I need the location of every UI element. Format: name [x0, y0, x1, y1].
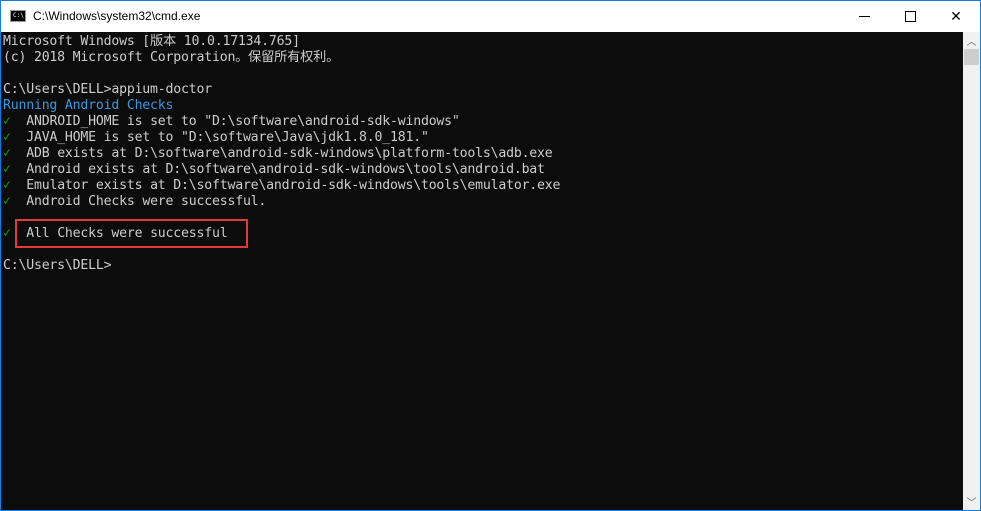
check-line: ✓ JAVA_HOME is set to "D:\software\Java\…: [3, 130, 429, 146]
highlight-annotation-box: [15, 219, 248, 248]
console-output[interactable]: Microsoft Windows [版本 10.0.17134.765] (c…: [1, 32, 963, 510]
check-text: Android exists at D:\software\android-sd…: [26, 162, 545, 177]
cmd-icon-label: C:\: [13, 12, 24, 19]
console-line-version: Microsoft Windows [版本 10.0.17134.765]: [3, 34, 300, 49]
check-text: ANDROID_HOME is set to "D:\software\andr…: [26, 114, 460, 129]
check-icon: ✓: [3, 114, 11, 129]
console-prompt[interactable]: C:\Users\DELL>: [3, 258, 112, 274]
check-line: ✓ Android Checks were successful.: [3, 194, 266, 210]
cmd-app-icon[interactable]: C:\: [10, 10, 26, 22]
check-text: Android Checks were successful.: [26, 194, 267, 209]
check-line: ✓ ANDROID_HOME is set to "D:\software\an…: [3, 114, 460, 130]
cmd-window: C:\ C:\Windows\system32\cmd.exe ✕ Micros…: [0, 0, 981, 511]
chevron-down-icon: ﹀: [966, 498, 977, 509]
check-icon: ✓: [3, 226, 11, 241]
check-line: ✓ Android exists at D:\software\android-…: [3, 162, 545, 178]
check-line: ✓ Emulator exists at D:\software\android…: [3, 178, 560, 194]
scroll-up-button[interactable]: ︿: [963, 32, 980, 49]
maximize-icon: [904, 11, 916, 22]
chevron-up-icon: ︿: [966, 37, 977, 48]
check-icon: ✓: [3, 178, 11, 193]
close-button[interactable]: ✕: [933, 1, 979, 32]
check-text: JAVA_HOME is set to "D:\software\Java\jd…: [26, 130, 429, 145]
check-icon: ✓: [3, 194, 11, 209]
minimize-icon: [858, 16, 870, 17]
scroll-down-button[interactable]: ﹀: [963, 493, 980, 510]
scroll-thumb[interactable]: [964, 49, 979, 65]
check-icon: ✓: [3, 146, 11, 161]
console-line-copyright: (c) 2018 Microsoft Corporation。保留所有权利。: [3, 50, 340, 65]
title-bar[interactable]: C:\ C:\Windows\system32\cmd.exe ✕: [1, 1, 980, 32]
maximize-button[interactable]: [887, 1, 933, 32]
check-icon: ✓: [3, 162, 11, 177]
check-text: Emulator exists at D:\software\android-s…: [26, 178, 561, 193]
check-line: ✓ ADB exists at D:\software\android-sdk-…: [3, 146, 553, 162]
check-icon: ✓: [3, 130, 11, 145]
section-header: Running Android Checks: [3, 98, 174, 113]
check-text: ADB exists at D:\software\android-sdk-wi…: [26, 146, 553, 161]
window-title: C:\Windows\system32\cmd.exe: [33, 9, 201, 23]
vertical-scrollbar[interactable]: ︿ ﹀: [963, 32, 980, 510]
console-line-command: C:\Users\DELL>appium-doctor: [3, 82, 212, 97]
close-icon: ✕: [950, 8, 962, 24]
minimize-button[interactable]: [841, 1, 887, 32]
